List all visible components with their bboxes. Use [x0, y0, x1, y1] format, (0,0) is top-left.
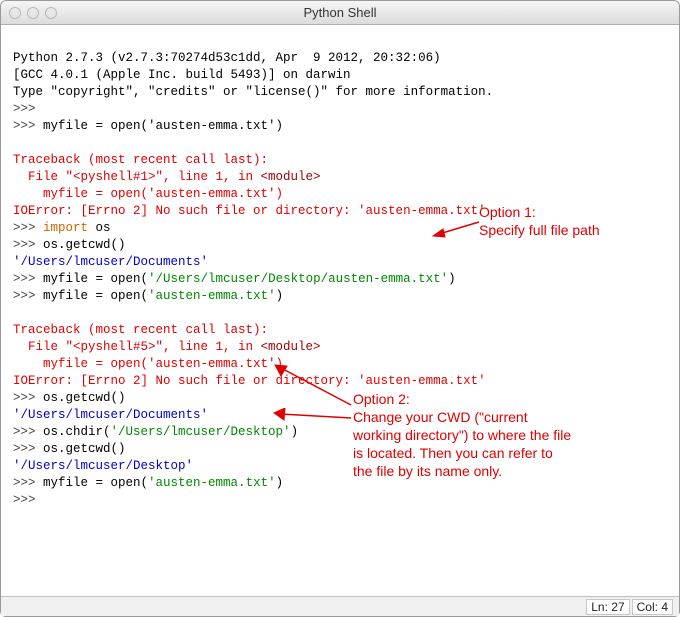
- code-line: myfile = open('austen-emma.txt'): [43, 119, 283, 133]
- annotation-text: working directory") to where the file: [353, 426, 571, 444]
- status-line: Ln: 27: [586, 599, 629, 615]
- traceback-header: Traceback (most recent call last):: [13, 323, 268, 337]
- traffic-lights: [9, 7, 57, 19]
- output-line: '/Users/lmcuser/Desktop': [13, 459, 193, 473]
- traceback-src: myfile = open('austen-emma.txt'): [13, 357, 283, 371]
- prompt: >>>: [13, 102, 43, 116]
- prompt: >>>: [13, 425, 43, 439]
- string-literal: '/Users/lmcuser/Desktop/austen-emma.txt': [148, 272, 448, 286]
- traceback-error: IOError: [Errno 2] No such file or direc…: [13, 374, 486, 388]
- window-titlebar: Python Shell: [1, 1, 679, 25]
- status-bar: Ln: 27 Col: 4: [1, 596, 679, 616]
- annotation-option1: Option 1: Specify full file path: [479, 203, 600, 239]
- code-line: os: [88, 221, 111, 235]
- zoom-icon[interactable]: [45, 7, 57, 19]
- code-line: os.getcwd(): [43, 391, 126, 405]
- banner-line: [GCC 4.0.1 (Apple Inc. build 5493)] on d…: [13, 68, 351, 82]
- banner-line: Python 2.7.3 (v2.7.3:70274d53c1dd, Apr 9…: [13, 51, 441, 65]
- prompt: >>>: [13, 476, 43, 490]
- annotation-text: Specify full file path: [479, 221, 600, 239]
- prompt: >>>: [13, 493, 43, 507]
- prompt: >>>: [13, 238, 43, 252]
- prompt: >>>: [13, 391, 43, 405]
- code-line: myfile = open(: [43, 476, 148, 490]
- annotation-option2: Option 2: Change your CWD ("current work…: [353, 390, 571, 480]
- annotation-text: is located. Then you can refer to: [353, 444, 571, 462]
- string-literal: 'austen-emma.txt': [148, 476, 276, 490]
- keyword: import: [43, 221, 88, 235]
- arrow-icon: [271, 360, 356, 415]
- code-line: myfile = open(: [43, 289, 148, 303]
- arrow-icon: [431, 220, 481, 240]
- traceback-file: File "<pyshell#1>", line 1, in: [13, 170, 261, 184]
- output-line: '/Users/lmcuser/Documents': [13, 408, 208, 422]
- prompt: >>>: [13, 289, 43, 303]
- string-literal: '/Users/lmcuser/Desktop': [111, 425, 291, 439]
- close-icon[interactable]: [9, 7, 21, 19]
- traceback-module: <module>: [261, 170, 321, 184]
- code-line: os.getcwd(): [43, 238, 126, 252]
- traceback-src: myfile = open('austen-emma.txt'): [13, 187, 283, 201]
- traceback-header: Traceback (most recent call last):: [13, 153, 268, 167]
- code-line: os.chdir(: [43, 425, 111, 439]
- output-line: '/Users/lmcuser/Documents': [13, 255, 208, 269]
- traceback-error: IOError: [Errno 2] No such file or direc…: [13, 204, 486, 218]
- prompt: >>>: [13, 442, 43, 456]
- terminal-area[interactable]: Python 2.7.3 (v2.7.3:70274d53c1dd, Apr 9…: [1, 25, 679, 596]
- prompt: >>>: [13, 272, 43, 286]
- code-line: myfile = open(: [43, 272, 148, 286]
- prompt: >>>: [13, 119, 43, 133]
- traceback-file: File "<pyshell#5>", line 1, in: [13, 340, 261, 354]
- window-title: Python Shell: [1, 5, 679, 20]
- annotation-title: Option 1:: [479, 203, 600, 221]
- code-line: ): [276, 289, 284, 303]
- annotation-title: Option 2:: [353, 390, 571, 408]
- code-line: ): [448, 272, 456, 286]
- string-literal: 'austen-emma.txt': [148, 289, 276, 303]
- annotation-text: Change your CWD ("current: [353, 408, 571, 426]
- code-line: os.getcwd(): [43, 442, 126, 456]
- arrow-icon: [271, 408, 356, 428]
- annotation-text: the file by its name only.: [353, 462, 571, 480]
- status-column: Col: 4: [632, 599, 673, 615]
- traceback-module: <module>: [261, 340, 321, 354]
- minimize-icon[interactable]: [27, 7, 39, 19]
- banner-line: Type "copyright", "credits" or "license(…: [13, 85, 493, 99]
- code-line: ): [276, 476, 284, 490]
- prompt: >>>: [13, 221, 43, 235]
